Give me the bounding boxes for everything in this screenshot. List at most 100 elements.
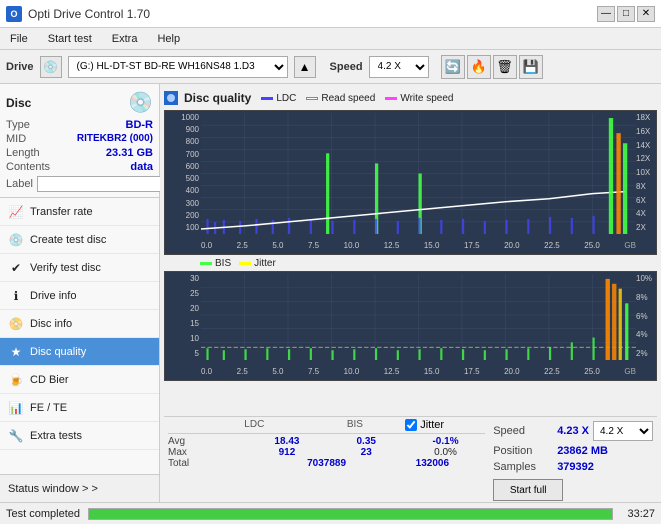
disc-quality-icon: ★ xyxy=(8,344,24,360)
disc-contents-label: Contents xyxy=(6,161,50,173)
sidebar-item-label: Extra tests xyxy=(30,430,82,442)
eject-icon[interactable]: ▲ xyxy=(294,56,316,78)
maximize-button[interactable]: □ xyxy=(617,6,635,22)
chart2-legend: BIS Jitter xyxy=(164,257,657,269)
save-icon[interactable]: 💾 xyxy=(519,55,543,79)
avg-jitter: -0.1% xyxy=(406,436,485,447)
close-button[interactable]: ✕ xyxy=(637,6,655,22)
jitter-checkbox[interactable] xyxy=(405,419,417,431)
burn-icon[interactable]: 🔥 xyxy=(467,55,491,79)
menu-extra[interactable]: Extra xyxy=(106,31,144,47)
max-label: Max xyxy=(168,447,247,458)
disc-type-value: BD-R xyxy=(126,119,154,131)
disc-length-row: Length 23.31 GB xyxy=(6,147,153,159)
samples-label: Samples xyxy=(493,461,553,473)
samples-row: Samples 379392 xyxy=(493,461,653,473)
avg-bis: 0.35 xyxy=(327,436,406,447)
transfer-rate-icon: 📈 xyxy=(8,204,24,220)
legend-write-speed: Write speed xyxy=(385,93,453,104)
legend-bis-label: BIS xyxy=(215,258,231,269)
sidebar-item-extra-tests[interactable]: 🔧 Extra tests xyxy=(0,422,159,450)
stats-table: LDC BIS Jitter Avg 18.43 0.35 -0.1% Max xyxy=(168,419,485,496)
dq-header-icon xyxy=(164,91,178,105)
ldc-chart-plot xyxy=(201,113,636,234)
drive-select[interactable]: (G:) HL-DT-ST BD-RE WH16NS48 1.D3 xyxy=(68,56,288,78)
sidebar-item-disc-quality[interactable]: ★ Disc quality xyxy=(0,338,159,366)
start-buttons: Start full Start part xyxy=(493,479,653,502)
menu-file[interactable]: File xyxy=(4,31,34,47)
sidebar-nav: 📈 Transfer rate 💿 Create test disc ✔ Ver… xyxy=(0,198,159,474)
jitter-check-container: Jitter xyxy=(405,419,485,431)
sidebar-item-label: Disc info xyxy=(30,318,72,330)
sidebar-item-label: Disc quality xyxy=(30,346,86,358)
titlebar-left: O Opti Drive Control 1.70 xyxy=(6,6,150,22)
legend-read-speed-label: Read speed xyxy=(321,93,375,104)
sidebar-item-label: Create test disc xyxy=(30,234,106,246)
disc-length-label: Length xyxy=(6,147,40,159)
toolbar-icons: 🔄 🔥 🗑 💾 xyxy=(441,55,543,79)
bottom-stats: LDC BIS Jitter Avg 18.43 0.35 -0.1% Max xyxy=(164,416,657,498)
disc-label-label: Label xyxy=(6,178,33,190)
stats-table-header: LDC BIS Jitter xyxy=(168,419,485,434)
sidebar-item-label: FE / TE xyxy=(30,402,67,414)
sidebar-item-create-test-disc[interactable]: 💿 Create test disc xyxy=(0,226,159,254)
menu-help[interactable]: Help xyxy=(151,31,186,47)
sidebar-item-drive-info[interactable]: ℹ Drive info xyxy=(0,282,159,310)
verify-test-disc-icon: ✔ xyxy=(8,260,24,276)
bis-chart: 30 25 20 15 10 5 10% 8% 6% 4% 2% xyxy=(164,271,657,381)
drivebar: Drive 💿 (G:) HL-DT-ST BD-RE WH16NS48 1.D… xyxy=(0,50,661,84)
dq-title: Disc quality xyxy=(184,91,251,105)
disc-label-input[interactable] xyxy=(37,176,171,192)
disc-info-icon: 📀 xyxy=(8,316,24,332)
speed-label: Speed xyxy=(330,61,363,73)
sidebar: Disc 💿 Type BD-R MID RITEKBR2 (000) Leng… xyxy=(0,84,160,502)
erase-icon[interactable]: 🗑 xyxy=(493,55,517,79)
sidebar-item-disc-info[interactable]: 📀 Disc info xyxy=(0,310,159,338)
sidebar-item-fe-te[interactable]: 📊 FE / TE xyxy=(0,394,159,422)
drive-info-icon: ℹ xyxy=(8,288,24,304)
menu-start-test[interactable]: Start test xyxy=(42,31,98,47)
disc-mid-row: MID RITEKBR2 (000) xyxy=(6,133,153,145)
disc-type-label: Type xyxy=(6,119,30,131)
stats-max-row: Max 912 23 0.0% xyxy=(168,447,485,458)
sidebar-item-cd-bier[interactable]: 🍺 CD Bier xyxy=(0,366,159,394)
speed-select[interactable]: 4.2 X xyxy=(369,56,429,78)
start-full-button[interactable]: Start full xyxy=(493,479,563,501)
ldc-x-labels: 0.0 2.5 5.0 7.5 10.0 12.5 15.0 17.5 20.0… xyxy=(201,236,636,254)
drive-label: Drive xyxy=(6,61,34,73)
speed-row: Speed 4.23 X 4.2 X xyxy=(493,421,653,441)
total-ldc: 7037889 xyxy=(274,458,380,469)
avg-label: Avg xyxy=(168,436,247,447)
status-time: 33:27 xyxy=(627,508,655,520)
main-area: Disc 💿 Type BD-R MID RITEKBR2 (000) Leng… xyxy=(0,84,661,502)
sidebar-item-label: Drive info xyxy=(30,290,76,302)
stats-th-ldc: LDC xyxy=(204,419,305,431)
stats-th-bis: BIS xyxy=(305,419,406,431)
bis-chart-plot xyxy=(201,274,636,360)
legend-jitter-label: Jitter xyxy=(254,258,276,269)
sidebar-item-label: Verify test disc xyxy=(30,262,101,274)
drive-icon: 💿 xyxy=(40,56,62,78)
total-bis: 132006 xyxy=(379,458,485,469)
bis-y-right-labels: 10% 8% 6% 4% 2% xyxy=(634,272,656,360)
jitter-label: Jitter xyxy=(420,419,444,431)
sidebar-item-verify-test-disc[interactable]: ✔ Verify test disc xyxy=(0,254,159,282)
progress-bar-fill xyxy=(89,509,612,519)
disc-image-icon: 💿 xyxy=(128,90,153,115)
status-window-link[interactable]: Status window > > xyxy=(0,474,159,502)
disc-contents-value: data xyxy=(130,161,153,173)
legend-ldc: LDC xyxy=(261,93,296,104)
bis-x-labels: 0.0 2.5 5.0 7.5 10.0 12.5 15.0 17.5 20.0… xyxy=(201,362,636,380)
stats-empty-col xyxy=(168,419,204,431)
minimize-button[interactable]: — xyxy=(597,6,615,22)
avg-ldc: 18.43 xyxy=(247,436,326,447)
extra-tests-icon: 🔧 xyxy=(8,428,24,444)
legend-write-speed-label: Write speed xyxy=(400,93,453,104)
position-label: Position xyxy=(493,445,553,457)
speed-select2[interactable]: 4.2 X xyxy=(593,421,653,441)
refresh-icon[interactable]: 🔄 xyxy=(441,55,465,79)
sidebar-item-transfer-rate[interactable]: 📈 Transfer rate xyxy=(0,198,159,226)
samples-value: 379392 xyxy=(557,461,594,473)
total-label: Total xyxy=(168,458,274,469)
position-value: 23862 MB xyxy=(557,445,608,457)
